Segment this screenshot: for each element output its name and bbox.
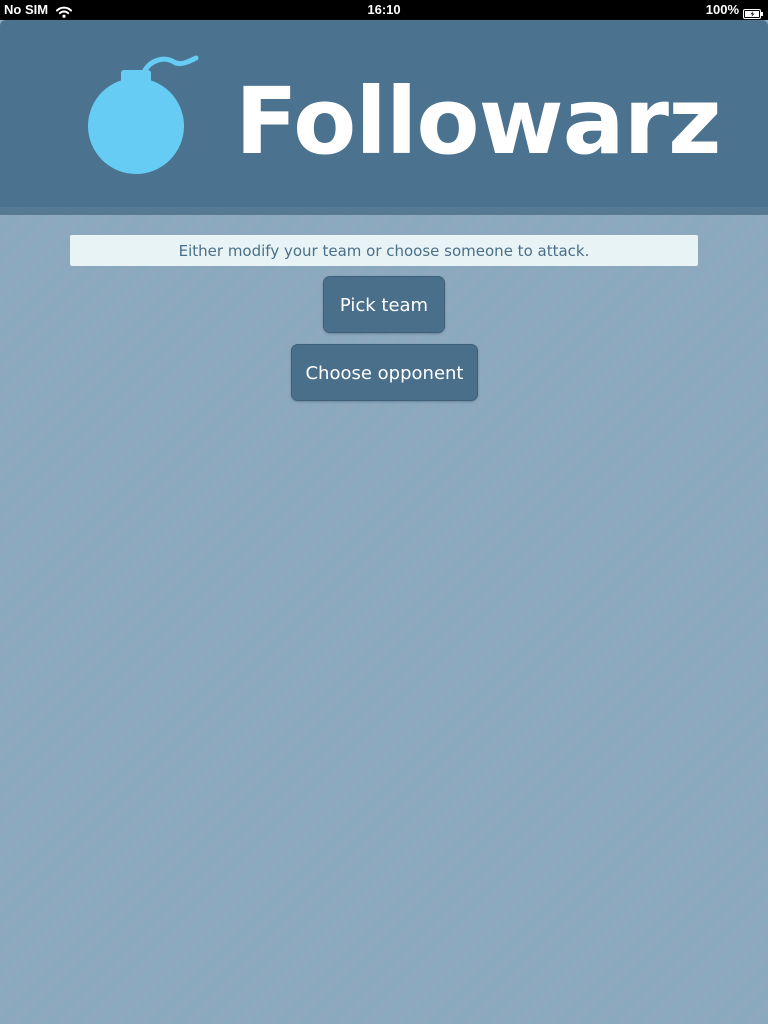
battery-icon (743, 5, 764, 19)
app-header: Followarz (0, 20, 768, 207)
battery-percent: 100% (705, 2, 739, 17)
instruction-banner: Either modify your team or choose someon… (70, 235, 698, 266)
logo-text: Followarz (235, 68, 722, 175)
choose-opponent-button[interactable]: Choose opponent (291, 344, 478, 401)
header-divider (0, 207, 768, 215)
status-bar: No SIM 16:10 100% (0, 0, 768, 20)
status-right: 100% (706, 0, 764, 20)
bomb-icon (88, 52, 200, 176)
app-logo: Followarz (70, 52, 722, 202)
status-time: 16:10 (367, 2, 401, 17)
pick-team-button[interactable]: Pick team (323, 276, 445, 333)
